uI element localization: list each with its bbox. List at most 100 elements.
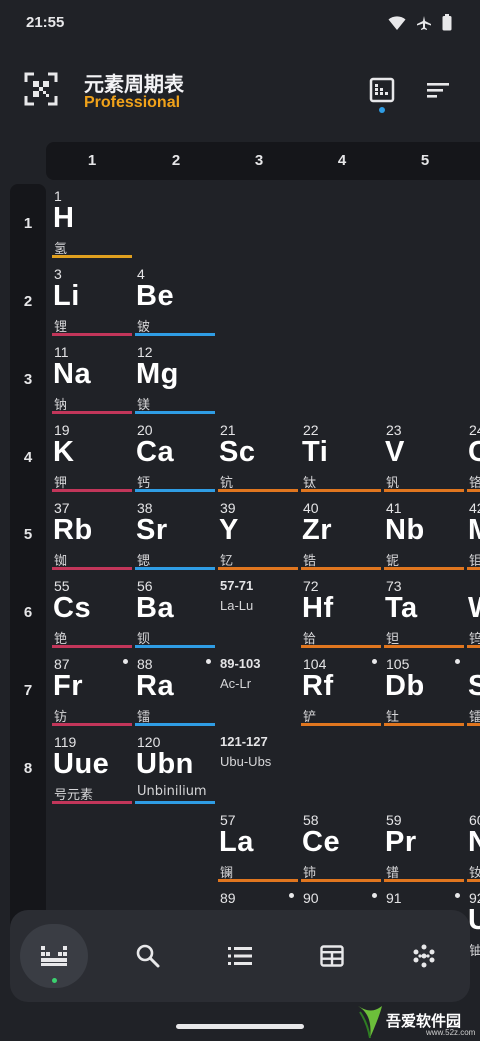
element-cell-partial[interactable]: 60N钕 (467, 808, 480, 882)
element-cell[interactable]: 3 Li 锂 (52, 262, 132, 336)
element-symbol: Cs (53, 592, 92, 624)
nav-molecules[interactable] (390, 924, 458, 988)
element-cell[interactable]: 91 (384, 886, 464, 910)
element-cell[interactable]: 105 Db 钍 (384, 652, 464, 726)
period-label[interactable]: 4 (10, 449, 46, 466)
element-symbol: K (53, 436, 75, 468)
element-cell[interactable]: 4 Be 铍 (135, 262, 215, 336)
period-label[interactable]: 1 (10, 215, 46, 232)
element-cell[interactable]: 89-103 Ac-Lr (218, 652, 298, 726)
element-cell[interactable]: 19 K 钾 (52, 418, 132, 492)
atomic-number: 89-103 (220, 656, 261, 671)
element-cell-partial[interactable]: 24C铬 (467, 418, 480, 492)
element-cell[interactable]: 37 Rb 铷 (52, 496, 132, 570)
status-icons (388, 14, 452, 31)
element-symbol: Mg (136, 358, 179, 390)
element-cell[interactable]: 12 Mg 镁 (135, 340, 215, 414)
element-symbol: Ti (302, 436, 329, 468)
element-cell[interactable]: 56 Ba 钡 (135, 574, 215, 648)
element-cell[interactable]: 39 Y 钇 (218, 496, 298, 570)
element-name: 铀 (469, 944, 480, 959)
element-cell[interactable]: 40 Zr 锆 (301, 496, 381, 570)
element-cell[interactable]: 119 Uue 号元素 (52, 730, 132, 804)
element-cell-partial[interactable]: S镭 (467, 652, 480, 726)
group-label[interactable]: 2 (135, 152, 217, 169)
category-underline (301, 645, 381, 648)
scan-button[interactable] (24, 72, 58, 106)
category-underline (135, 489, 215, 492)
atomic-number: 121-127 (220, 734, 268, 749)
element-symbol: Pr (385, 826, 417, 858)
element-symbol: Sr (136, 514, 168, 546)
category-underline (467, 489, 480, 492)
element-symbol: Ra (136, 670, 175, 702)
category-underline (384, 879, 464, 882)
sort-button[interactable] (424, 76, 452, 104)
element-symbol: Ubn (136, 748, 194, 780)
radioactive-dot (455, 659, 460, 664)
category-underline (467, 567, 480, 570)
element-cell-partial[interactable]: 42M钼 (467, 496, 480, 570)
watermark: 吾爱软件园 www.52z.com (356, 1000, 480, 1041)
element-name: Ubu-Ubs (220, 754, 272, 769)
nav-list[interactable] (206, 924, 274, 988)
category-underline (384, 645, 464, 648)
element-cell[interactable]: 58 Ce 铈 (301, 808, 381, 882)
element-cell[interactable]: 59 Pr 镨 (384, 808, 464, 882)
periodic-table-icon (41, 946, 67, 966)
element-cell-partial[interactable]: W钨 (467, 574, 480, 648)
nav-search[interactable] (114, 924, 182, 988)
element-symbol: Fr (53, 670, 83, 702)
period-label[interactable]: 6 (10, 604, 46, 621)
element-cell[interactable]: 41 Nb 铌 (384, 496, 464, 570)
element-cell[interactable]: 57-71 La-Lu (218, 574, 298, 648)
nav-grid[interactable] (298, 924, 366, 988)
watermark-url: www.52z.com (426, 1028, 476, 1037)
airplane-icon (417, 15, 431, 30)
category-underline (52, 333, 132, 336)
element-cell[interactable]: 23 V 钒 (384, 418, 464, 492)
nav-table[interactable] (20, 924, 88, 988)
layout-toggle-button[interactable] (368, 76, 396, 113)
element-symbol: H (53, 202, 75, 234)
element-cell[interactable]: 22 Ti 钛 (301, 418, 381, 492)
element-cell[interactable]: 89 (218, 886, 298, 910)
period-label[interactable]: 7 (10, 682, 46, 699)
period-label[interactable]: 3 (10, 371, 46, 388)
radioactive-dot (372, 893, 377, 898)
element-cell[interactable]: 38 Sr 锶 (135, 496, 215, 570)
group-label[interactable]: 3 (218, 152, 300, 169)
element-cell[interactable]: 88 Ra 镭 (135, 652, 215, 726)
category-underline (135, 645, 215, 648)
radioactive-dot (123, 659, 128, 664)
category-underline (52, 567, 132, 570)
element-symbol: Li (53, 280, 80, 312)
app-title: 元素周期表 (84, 72, 184, 96)
element-symbol: Rf (302, 670, 334, 702)
list-icon (228, 947, 252, 965)
app-bar: 元素周期表 Professional (0, 56, 480, 126)
element-cell[interactable]: 1H氢 (52, 184, 132, 258)
group-label[interactable]: 1 (51, 152, 133, 169)
period-label[interactable]: 5 (10, 526, 46, 543)
element-cell[interactable]: 57 La 镧 (218, 808, 298, 882)
period-label[interactable]: 2 (10, 293, 46, 310)
element-cell[interactable]: 104 Rf 铲 (301, 652, 381, 726)
element-cell[interactable]: 120 Ubn Unbinilium (135, 730, 215, 804)
element-cell[interactable]: 55 Cs 铯 (52, 574, 132, 648)
element-cell[interactable]: 73 Ta 钽 (384, 574, 464, 648)
element-cell[interactable]: 20 Ca 钙 (135, 418, 215, 492)
bottom-navigation (10, 910, 470, 1002)
element-cell[interactable]: 90 (301, 886, 381, 910)
element-cell[interactable]: 72 Hf 铪 (301, 574, 381, 648)
group-label[interactable]: 4 (301, 152, 383, 169)
element-symbol: M (468, 514, 480, 547)
element-cell[interactable]: 87 Fr 钫 (52, 652, 132, 726)
home-indicator[interactable] (176, 1024, 304, 1029)
element-cell[interactable]: 11 Na 钠 (52, 340, 132, 414)
period-label[interactable]: 8 (10, 760, 46, 777)
element-cell[interactable]: 121-127 Ubu-Ubs (218, 730, 298, 804)
element-cell[interactable]: 21 Sc 钪 (218, 418, 298, 492)
table-grid-icon (320, 945, 344, 967)
group-label[interactable]: 5 (384, 152, 466, 169)
